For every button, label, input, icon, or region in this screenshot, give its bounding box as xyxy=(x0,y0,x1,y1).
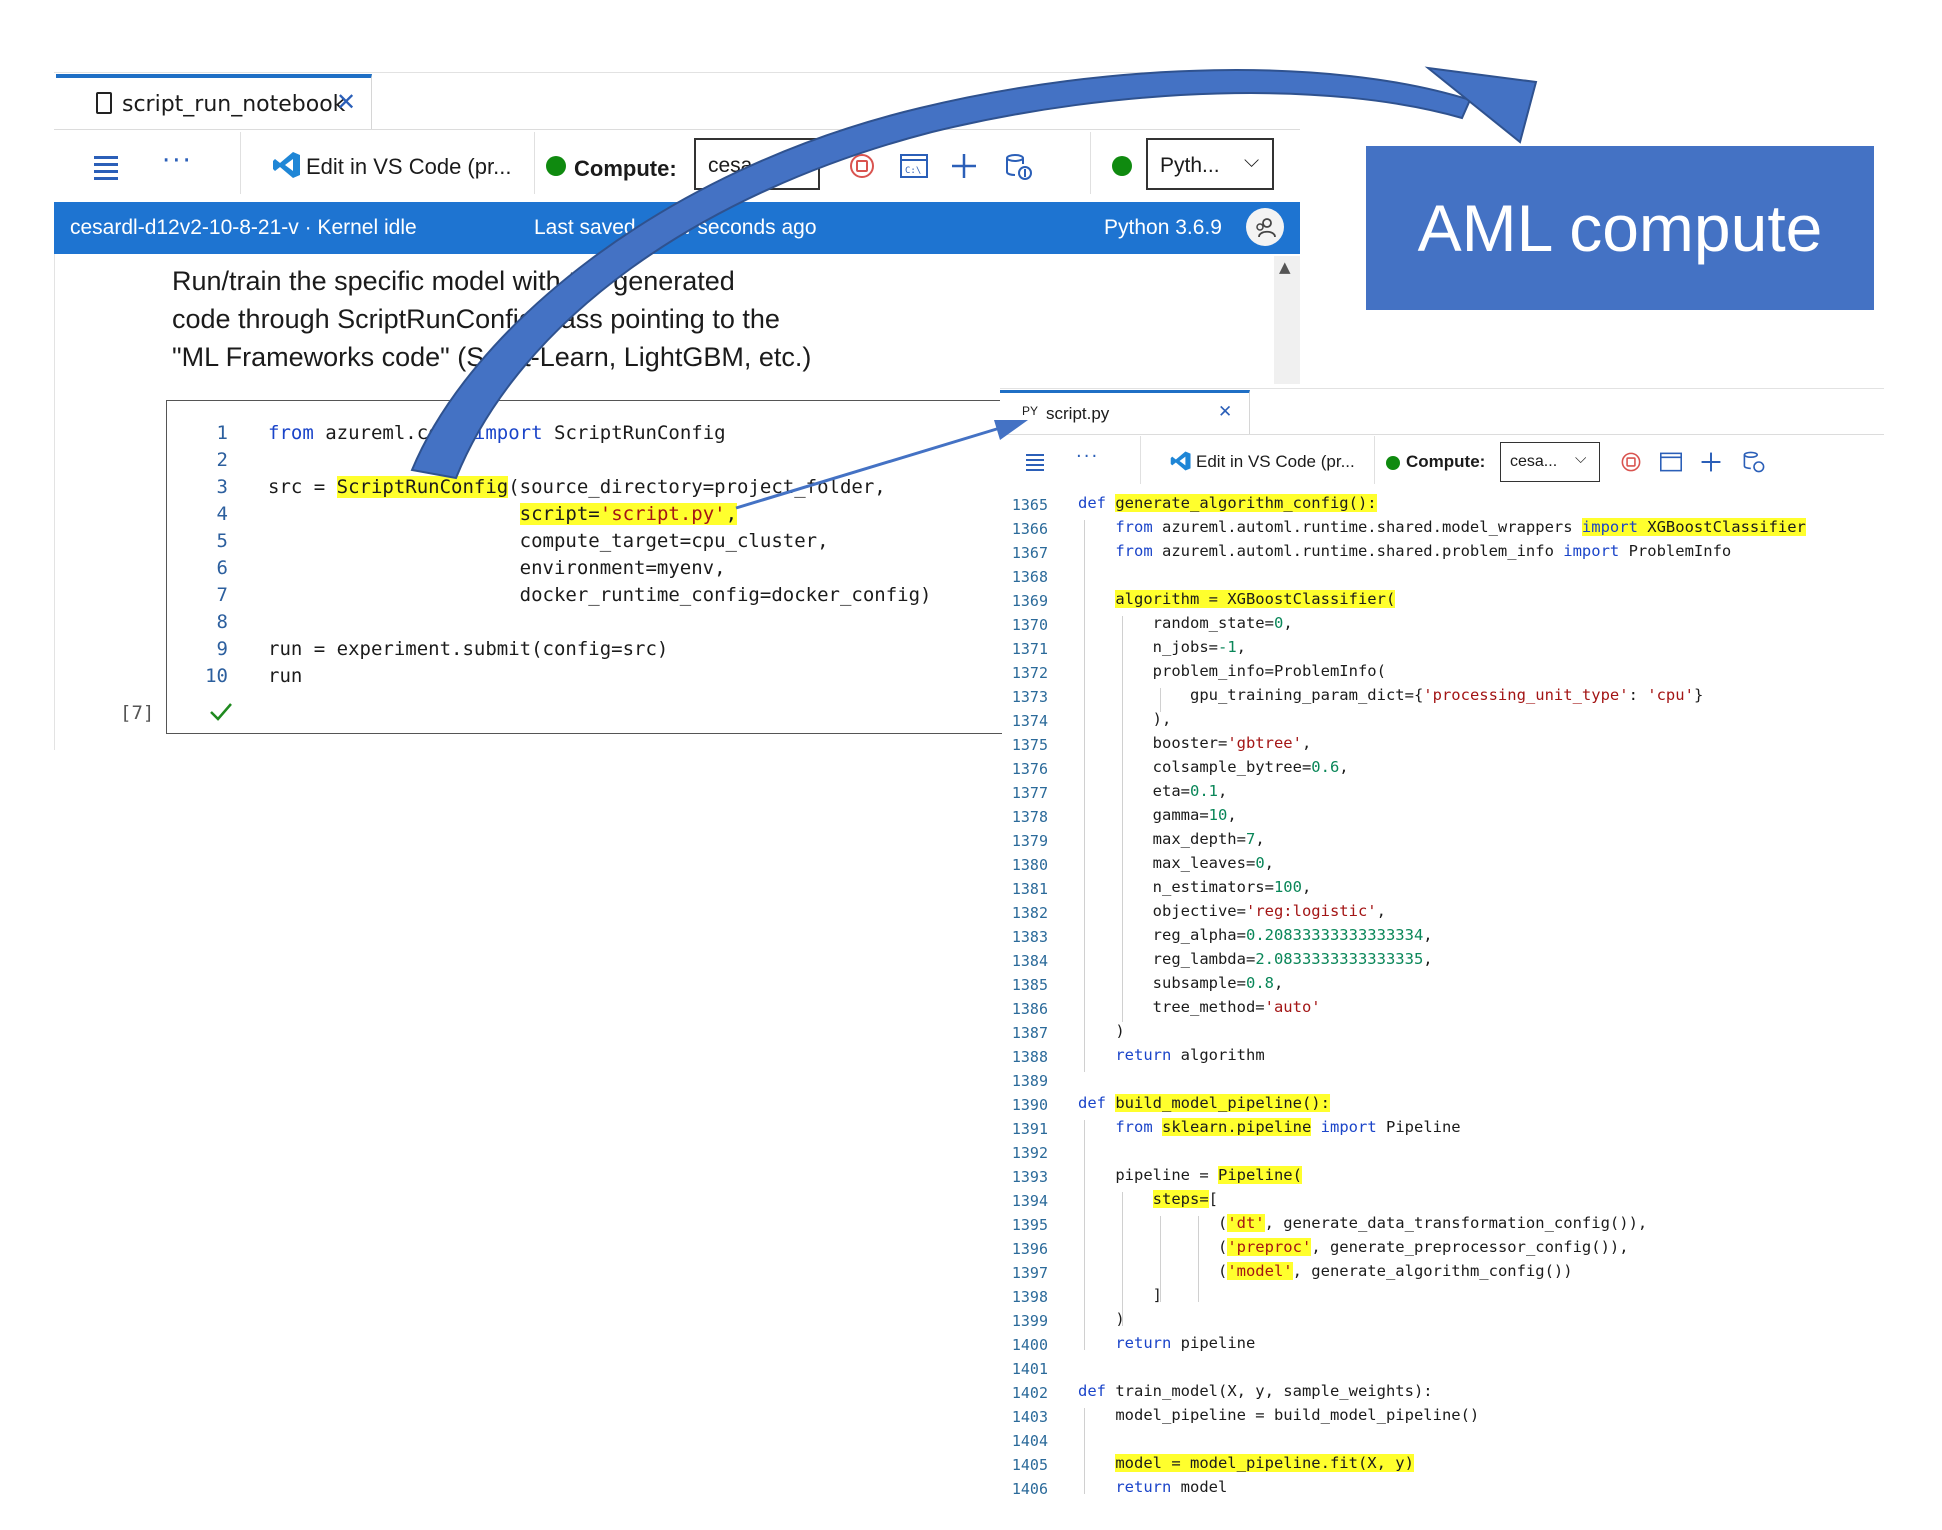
arrow-overlay xyxy=(410,66,1538,510)
small-arrow-head xyxy=(994,420,1028,440)
small-arrow-line xyxy=(735,426,1001,510)
big-curved-arrow xyxy=(410,69,1472,480)
